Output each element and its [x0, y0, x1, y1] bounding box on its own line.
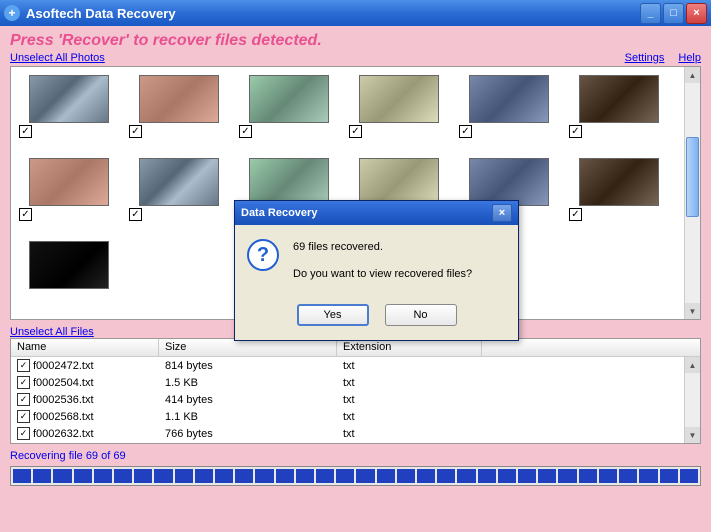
- question-icon: ?: [247, 239, 279, 271]
- no-button[interactable]: No: [385, 304, 457, 326]
- dialog-title-text: Data Recovery: [241, 207, 317, 219]
- dialog-message-line1: 69 files recovered.: [293, 239, 472, 256]
- dialog-titlebar: Data Recovery ×: [235, 201, 518, 225]
- dialog-close-button[interactable]: ×: [492, 204, 512, 222]
- dialog-message-line2: Do you want to view recovered files?: [293, 266, 472, 283]
- recovery-dialog: Data Recovery × ? 69 files recovered. Do…: [234, 200, 519, 341]
- yes-button[interactable]: Yes: [297, 304, 369, 326]
- dialog-overlay: Data Recovery × ? 69 files recovered. Do…: [0, 0, 711, 532]
